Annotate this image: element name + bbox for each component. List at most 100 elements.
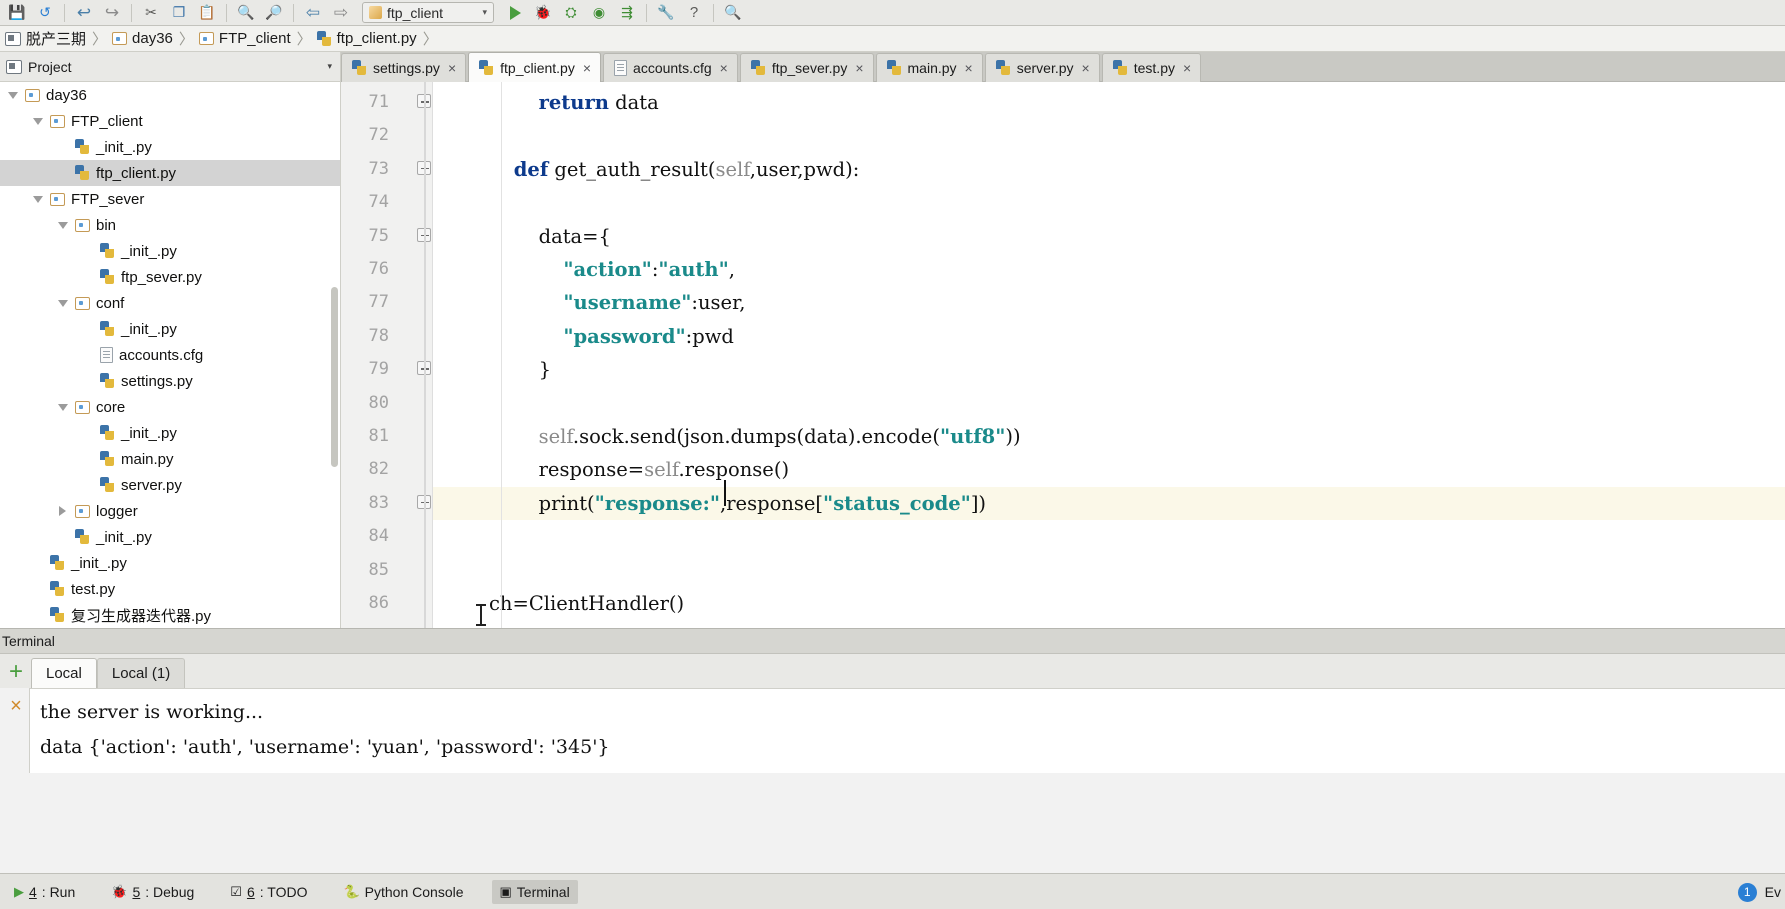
attach-process-button[interactable]: ⇶	[614, 2, 640, 24]
terminal-tab-Local (1)[interactable]: Local (1)	[96, 658, 186, 688]
search-everywhere-icon[interactable]: 🔍	[720, 2, 746, 24]
code-line-86[interactable]: ch=ClientHandler()	[433, 587, 684, 620]
chevron-down-icon[interactable]	[6, 89, 19, 102]
tree-item-ftp_sever.py[interactable]: ftp_sever.py	[0, 264, 340, 290]
code-content[interactable]: return data def get_auth_result(self,use…	[433, 82, 1785, 628]
tree-item-server.py[interactable]: server.py	[0, 472, 340, 498]
chevron-down-icon[interactable]	[56, 401, 69, 414]
replace-icon[interactable]: 🔎	[261, 2, 287, 24]
editor-tab-main.py[interactable]: main.py ×	[875, 53, 983, 82]
code-line-75[interactable]: data={	[433, 220, 611, 253]
tree-item-day36[interactable]: day36	[0, 82, 340, 108]
tree-item-conf[interactable]: conf	[0, 290, 340, 316]
code-line-81[interactable]: self.sock.send(json.dumps(data).encode("…	[433, 420, 1021, 453]
tree-item-_init_.py[interactable]: _init_.py	[0, 134, 340, 160]
status-item-terminal[interactable]: ▣ Terminal	[491, 879, 578, 904]
editor-gutter[interactable]: 71 72 73 74 75 76 77 78 79 80 81 82 83 84 85 86	[341, 82, 433, 628]
code-line-77[interactable]: "username":user,	[433, 286, 745, 319]
forward-icon[interactable]: ⇨	[328, 2, 354, 24]
tree-scrollbar[interactable]	[331, 287, 338, 467]
gear-icon[interactable]: 🔧	[653, 2, 679, 24]
code-line-84[interactable]	[433, 520, 489, 553]
profile-button[interactable]: ◉	[586, 2, 612, 24]
chevron-right-icon[interactable]	[56, 505, 69, 518]
tree-item-test.py[interactable]: test.py	[0, 576, 340, 602]
editor-tab-server.py[interactable]: server.py ×	[984, 53, 1100, 82]
event-count-badge[interactable]: 1	[1737, 882, 1757, 902]
terminal-output[interactable]: the server is working... data {'action': …	[29, 688, 1785, 773]
run-configuration-selector[interactable]: ftp_client ▾	[362, 2, 494, 23]
breadcrumb-item-day36[interactable]: day36	[109, 27, 179, 51]
status-item-pythonconsole[interactable]: 🐍 Python Console	[335, 880, 471, 904]
breadcrumb-item-脱产三期[interactable]: 脱产三期	[2, 27, 92, 51]
tree-item-复习生成器迭代器.py[interactable]: 复习生成器迭代器.py	[0, 602, 340, 628]
new-terminal-button[interactable]: +	[4, 660, 28, 684]
chevron-down-icon[interactable]	[56, 219, 69, 232]
cut-icon[interactable]: ✂	[138, 2, 164, 24]
tree-item-bin[interactable]: bin	[0, 212, 340, 238]
editor-tab-accounts.cfg[interactable]: accounts.cfg ×	[603, 53, 738, 82]
redo-icon[interactable]: ↪	[99, 2, 125, 24]
code-line-71[interactable]: return data	[433, 86, 659, 119]
tree-item-FTP_sever[interactable]: FTP_sever	[0, 186, 340, 212]
search-icon[interactable]: 🔍	[233, 2, 259, 24]
chevron-down-icon[interactable]	[56, 297, 69, 310]
status-item-todo[interactable]: ☑ 6: TODO	[222, 880, 315, 904]
sync-icon[interactable]: ↺	[32, 2, 58, 24]
run-button[interactable]	[502, 2, 528, 24]
tree-item-main.py[interactable]: main.py	[0, 446, 340, 472]
editor-tab-ftp_client.py[interactable]: ftp_client.py ×	[468, 52, 602, 82]
close-icon[interactable]: ×	[448, 61, 456, 75]
terminal-tab-Local[interactable]: Local	[31, 658, 97, 688]
tree-item-ftp_client.py[interactable]: ftp_client.py	[0, 160, 340, 186]
close-icon[interactable]: ×	[1082, 61, 1090, 75]
close-icon[interactable]: ×	[720, 61, 728, 75]
breadcrumb-item-FTP_client[interactable]: FTP_client	[196, 27, 297, 51]
tree-item-_init_.py[interactable]: _init_.py	[0, 316, 340, 342]
code-line-82[interactable]: response=self.response()	[433, 453, 789, 486]
code-line-79[interactable]: }	[433, 353, 551, 386]
tree-item-_init_.py[interactable]: _init_.py	[0, 238, 340, 264]
code-line-85[interactable]	[433, 554, 489, 587]
code-line-74[interactable]	[433, 186, 489, 219]
editor-tab-test.py[interactable]: test.py ×	[1101, 53, 1202, 82]
editor-tab-settings.py[interactable]: settings.py ×	[341, 53, 467, 82]
debug-button[interactable]: 🐞	[530, 2, 556, 24]
back-icon[interactable]: ⇦	[300, 2, 326, 24]
code-editor[interactable]: 71 72 73 74 75 76 77 78 79 80 81 82 83 84 85 86 return …	[341, 82, 1785, 628]
code-line-80[interactable]	[433, 387, 489, 420]
code-line-78[interactable]: "password":pwd	[433, 320, 733, 353]
close-icon[interactable]: ×	[855, 61, 863, 75]
close-icon[interactable]: ×	[965, 61, 973, 75]
tree-item-_init_.py[interactable]: _init_.py	[0, 420, 340, 446]
breadcrumb-item-ftp_client.py[interactable]: ftp_client.py	[314, 27, 423, 51]
undo-icon[interactable]: ↩	[71, 2, 97, 24]
close-icon[interactable]: ×	[583, 61, 591, 75]
code-line-76[interactable]: "action":"auth",	[433, 253, 735, 286]
tree-item-_init_.py[interactable]: _init_.py	[0, 524, 340, 550]
tree-item-FTP_client[interactable]: FTP_client	[0, 108, 340, 134]
tree-item-accounts.cfg[interactable]: accounts.cfg	[0, 342, 340, 368]
tree-item-core[interactable]: core	[0, 394, 340, 420]
tree-item-settings.py[interactable]: settings.py	[0, 368, 340, 394]
status-item-debug[interactable]: 🐞 5: Debug	[103, 880, 202, 904]
copy-icon[interactable]: ❐	[166, 2, 192, 24]
save-icon[interactable]: 💾	[4, 2, 30, 24]
chevron-down-icon[interactable]	[31, 115, 44, 128]
tree-item-logger[interactable]: logger	[0, 498, 340, 524]
chevron-down-icon[interactable]	[31, 193, 44, 206]
code-line-83[interactable]: print("response:",response["status_code"…	[433, 487, 986, 520]
code-line-72[interactable]	[433, 119, 489, 152]
event-log-label[interactable]: Ev	[1765, 884, 1781, 900]
status-item-run[interactable]: ▶ 4: Run	[6, 880, 83, 904]
paste-icon[interactable]: 📋	[194, 2, 220, 24]
editor-tab-ftp_sever.py[interactable]: ftp_sever.py ×	[739, 53, 874, 82]
project-tree[interactable]: day36 FTP_client _init_.py ftp_client.py FTP…	[0, 82, 341, 628]
run-with-coverage-button[interactable]: ⛭	[558, 2, 584, 24]
close-icon[interactable]: ×	[1183, 61, 1191, 75]
code-line-73[interactable]: def get_auth_result(self,user,pwd):	[433, 153, 860, 186]
help-icon[interactable]: ?	[681, 2, 707, 24]
tree-item-_init_.py[interactable]: _init_.py	[0, 550, 340, 576]
chevron-down-icon[interactable]: ▾	[327, 61, 334, 72]
close-terminal-button[interactable]: ×	[4, 694, 28, 718]
